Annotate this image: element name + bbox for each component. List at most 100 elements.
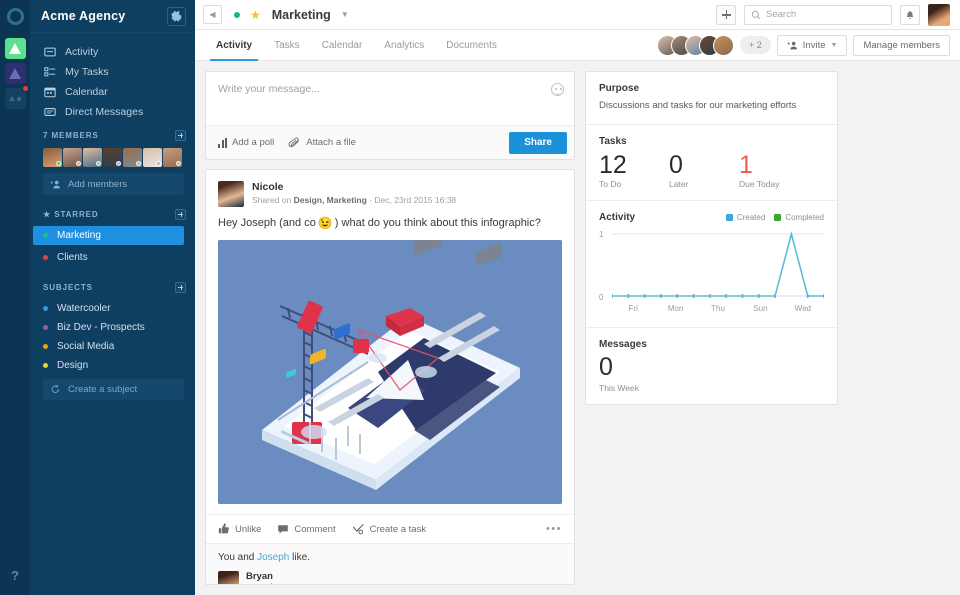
tab-calendar[interactable]: Calendar [311, 30, 374, 60]
smiley-icon[interactable] [551, 83, 564, 96]
sidebar-item-direct-messages[interactable]: Direct Messages [30, 102, 195, 122]
user-avatar[interactable] [928, 3, 950, 26]
member-avatar[interactable] [83, 148, 102, 167]
stat-later[interactable]: 0 Later [669, 152, 739, 190]
workspace-switch-1[interactable] [4, 38, 26, 59]
channel-color-dot [43, 325, 48, 330]
add-subject-plus-icon[interactable] [175, 281, 186, 293]
tasks-title: Tasks [599, 135, 627, 147]
sidebar-item-design[interactable]: Design [30, 356, 184, 375]
sidebar-item-biz-dev-prospects[interactable]: Biz Dev - Prospects [30, 318, 184, 337]
help-button[interactable]: ? [0, 555, 30, 595]
attach-file-label: Attach a file [306, 137, 356, 148]
create-task-label: Create a task [369, 523, 427, 535]
channel-color-dot [43, 363, 48, 368]
sidebar-item-marketing[interactable]: Marketing [33, 226, 184, 245]
legend-swatch [774, 214, 782, 222]
starred-section-header: ★ STARRED [30, 205, 195, 223]
tasks-icon [43, 66, 56, 78]
create-task-button[interactable]: Create a task [352, 523, 427, 535]
legend-created[interactable]: Created [725, 213, 766, 223]
member-avatar[interactable] [123, 148, 142, 167]
sidebar-item-watercooler[interactable]: Watercooler [30, 299, 184, 318]
member-avatar[interactable] [43, 148, 62, 167]
add-member-plus-icon[interactable] [175, 129, 186, 141]
y-tick-max: 1 [599, 230, 604, 240]
chart-data-point [823, 294, 824, 299]
add-starred-plus-icon[interactable] [175, 208, 186, 220]
search-placeholder: Search [766, 9, 797, 20]
workspace-switch-2[interactable] [4, 63, 26, 84]
search-input[interactable]: Search [744, 4, 892, 25]
wink-emoji: 😉 [317, 216, 333, 230]
purpose-title: Purpose [599, 83, 640, 94]
comment-author-avatar[interactable] [218, 571, 239, 584]
sidebar-item-clients[interactable]: Clients [30, 248, 184, 267]
sidebar-item-label: Calendar [65, 86, 108, 98]
add-button[interactable] [716, 4, 736, 25]
member-avatar-stack[interactable] [657, 34, 735, 56]
manage-members-button[interactable]: Manage members [853, 34, 950, 56]
unlike-button[interactable]: Unlike [218, 523, 261, 535]
header-avatar [713, 34, 735, 56]
stat-todo[interactable]: 12 To Do [599, 150, 669, 190]
main-area: ◀ ★ Marketing ▼ Search Activity Tasks Ca… [195, 0, 960, 595]
tab-documents[interactable]: Documents [435, 30, 508, 60]
post-meta: Shared on Design, Marketing · Dec, 23rd … [252, 195, 457, 205]
messages-title: Messages [599, 339, 647, 351]
post-actions: Unlike Comment Create a task ••• [206, 514, 574, 543]
add-poll-button[interactable]: Add a poll [218, 137, 274, 148]
message-input-placeholder[interactable]: Write your message... [218, 83, 551, 95]
sidebar-item-social-media[interactable]: Social Media [30, 337, 184, 356]
member-avatar[interactable] [163, 148, 182, 167]
legend-label: Created [736, 213, 766, 223]
post-channels[interactable]: Design, Marketing [294, 195, 367, 205]
chart-data-point [741, 294, 744, 299]
unlike-label: Unlike [235, 523, 262, 535]
sidebar-item-calendar[interactable]: Calendar [30, 82, 195, 102]
stat-label: Due Today [739, 179, 780, 190]
messages-count: 0 [599, 353, 613, 382]
post-date: · Dec, 23rd 2015 16:38 [369, 195, 457, 205]
stat-value: 12 [599, 150, 627, 179]
channel-color-dot [43, 306, 48, 311]
member-avatar[interactable] [143, 148, 162, 167]
create-subject-button[interactable]: Create a subject [43, 379, 184, 400]
tab-tasks[interactable]: Tasks [263, 30, 311, 60]
attach-file-button[interactable]: Attach a file [288, 137, 356, 148]
chart-data-point [806, 294, 809, 299]
legend-completed[interactable]: Completed [774, 213, 824, 222]
chevron-down-icon[interactable]: ▼ [341, 10, 349, 19]
channel-color-dot [43, 233, 48, 238]
settings-button[interactable] [167, 6, 186, 26]
chart-data-point [660, 294, 662, 299]
member-avatar[interactable] [63, 148, 82, 167]
add-members-button[interactable]: Add members [43, 173, 184, 195]
sidebar-item-my-tasks[interactable]: My Tasks [30, 62, 195, 82]
invite-button[interactable]: Invite ▼ [776, 34, 848, 56]
stat-due-today[interactable]: 1 Due Today [739, 152, 809, 190]
post-author-avatar[interactable] [218, 181, 244, 207]
star-icon[interactable]: ★ [250, 8, 261, 22]
search-icon [751, 10, 761, 19]
notifications-button[interactable] [900, 4, 920, 25]
legend-label: Completed [785, 213, 824, 223]
post-image[interactable] [218, 240, 562, 504]
content-area: Write your message... Add a poll Attach … [195, 61, 960, 595]
sidebar-header: Acme Agency [30, 0, 195, 33]
x-tick: Sun [753, 304, 768, 314]
member-avatar[interactable] [103, 148, 122, 167]
more-members-count[interactable]: + 2 [740, 36, 771, 54]
subjects-section-header: SUBJECTS [30, 278, 195, 296]
tab-analytics[interactable]: Analytics [373, 30, 435, 60]
liker-link[interactable]: Joseph [257, 552, 289, 563]
comment-button[interactable]: Comment [277, 523, 336, 535]
workspace-title: Acme Agency [41, 9, 126, 23]
add-members-label: Add members [68, 178, 128, 190]
tab-activity[interactable]: Activity [205, 30, 263, 61]
share-button[interactable]: Share [509, 131, 567, 154]
workspace-switch-3[interactable] [4, 85, 29, 109]
back-button[interactable]: ◀ [203, 5, 222, 24]
sidebar-item-activity[interactable]: Activity [30, 42, 195, 62]
ellipsis-icon[interactable]: ••• [546, 523, 562, 535]
